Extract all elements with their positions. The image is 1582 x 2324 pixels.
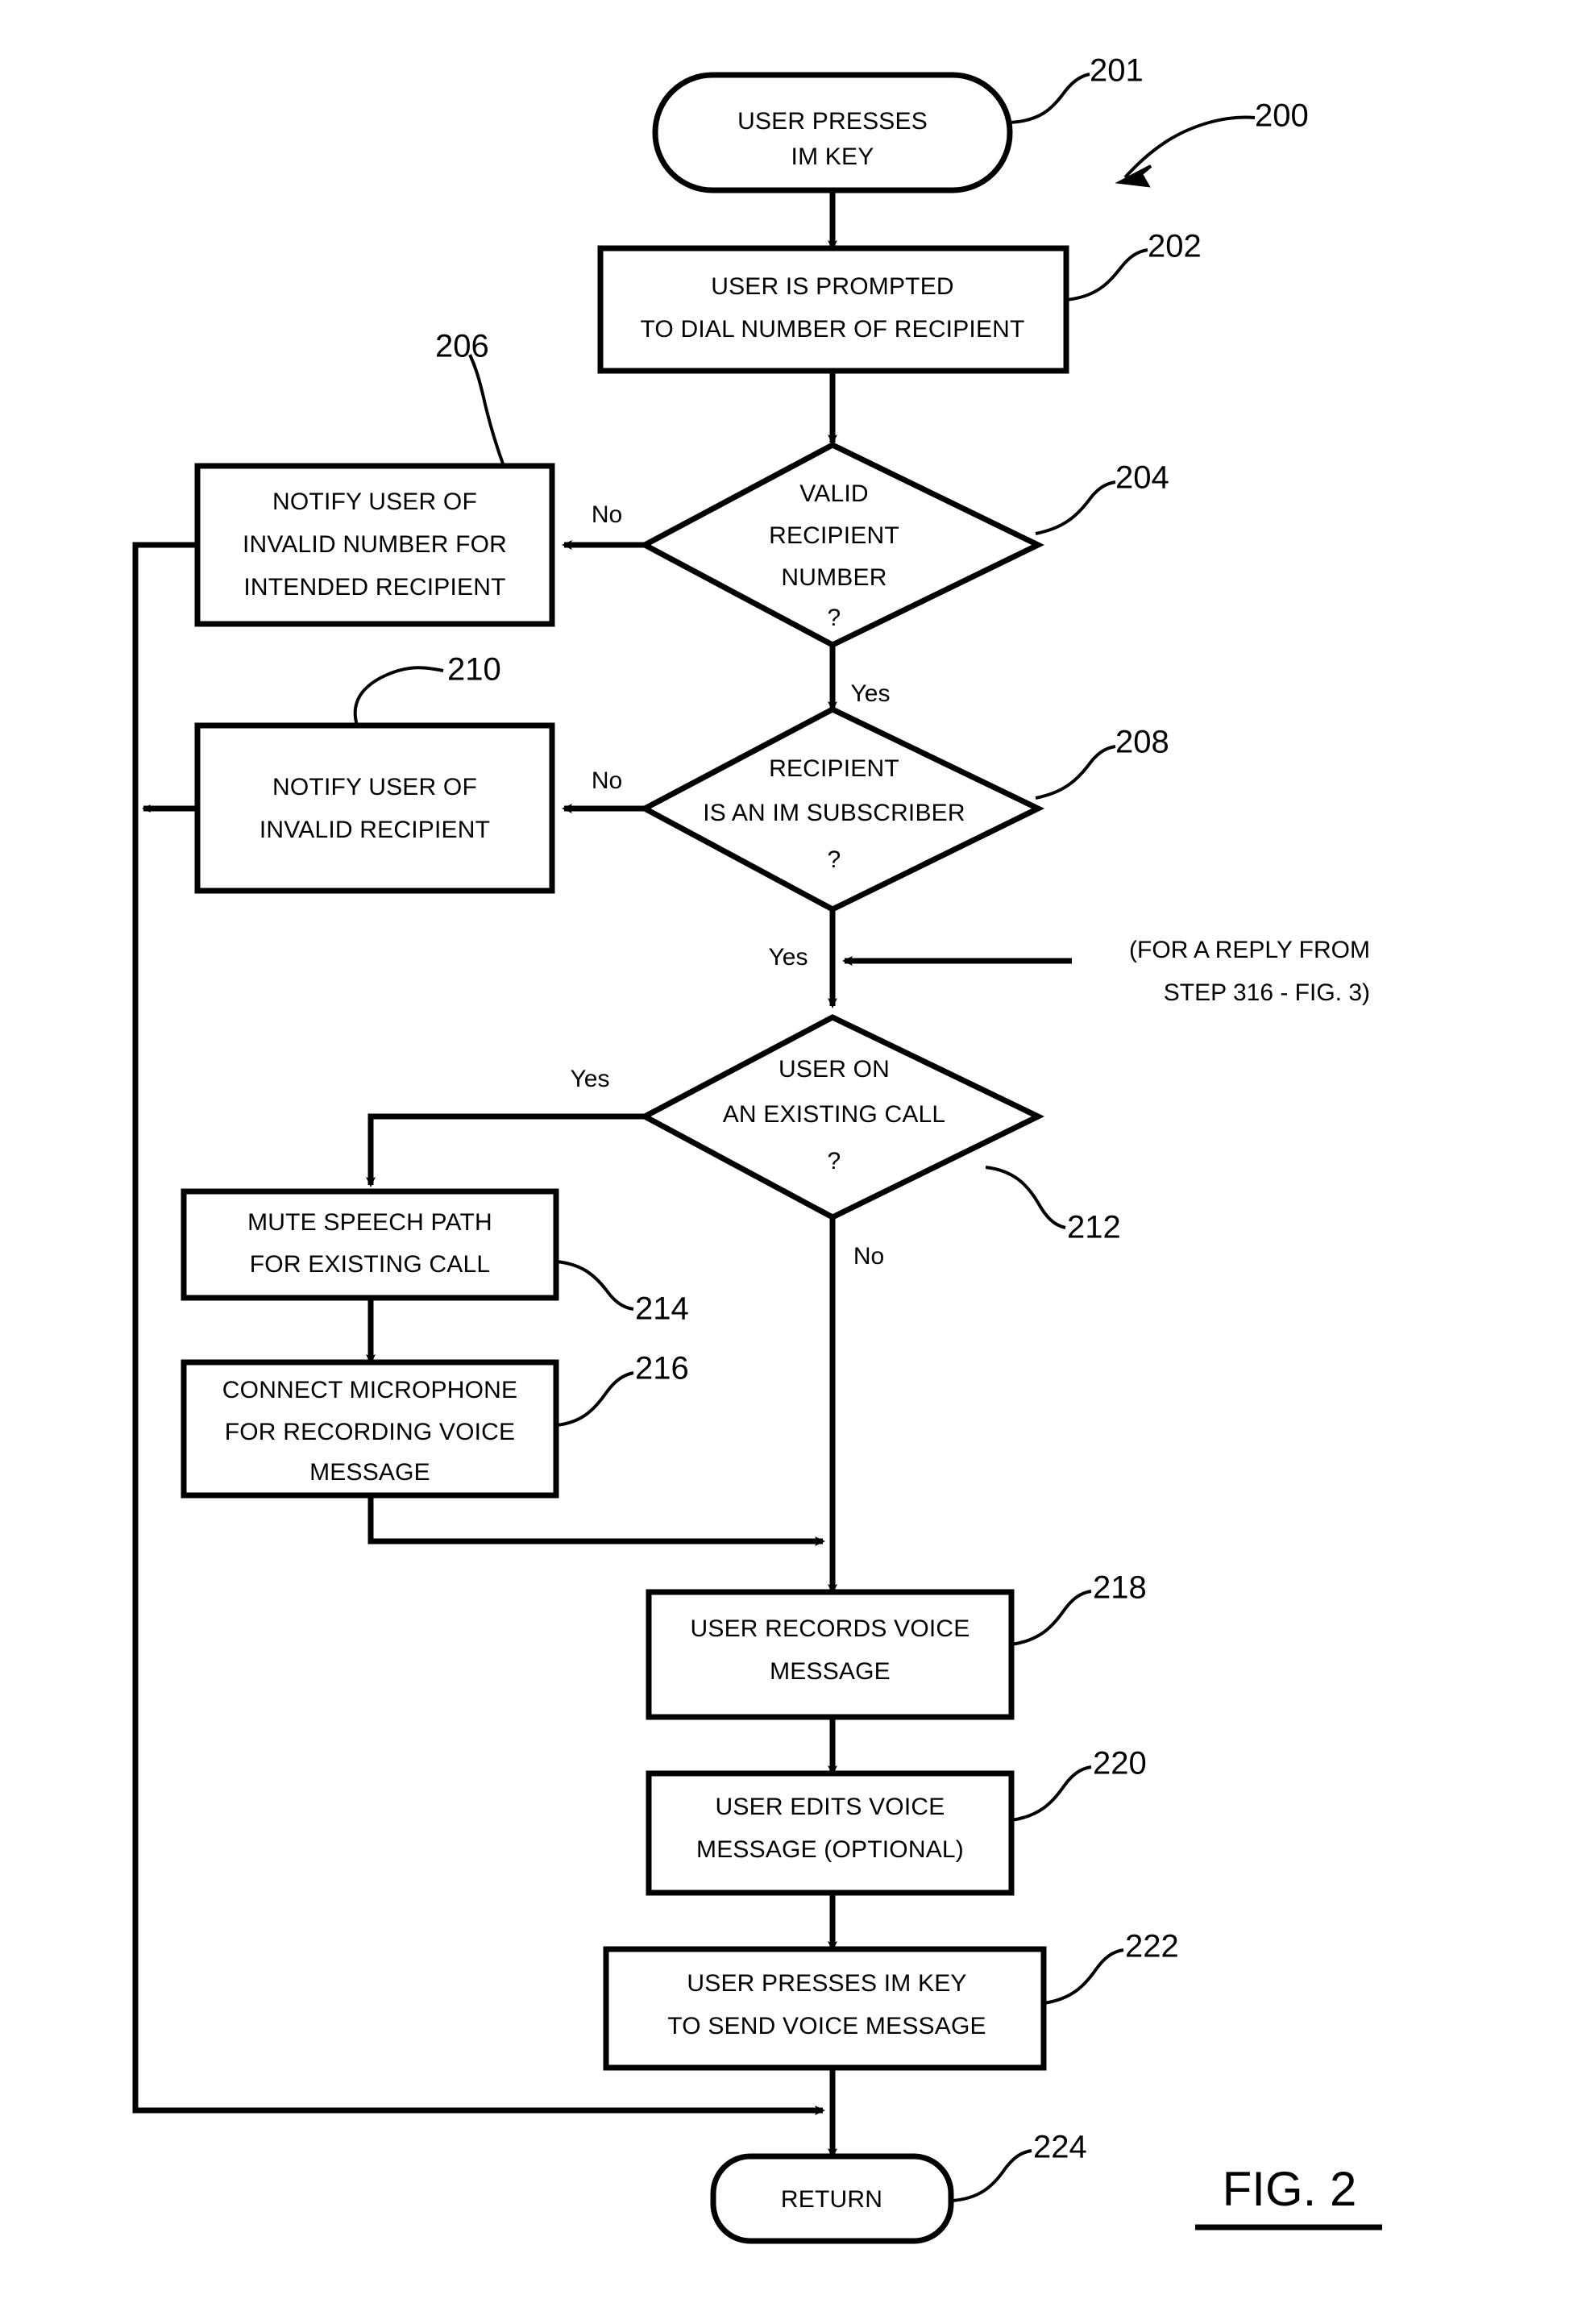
node-im-subscriber-line-3: ? — [828, 846, 841, 873]
leader-204 — [1035, 480, 1116, 535]
ref-210: 210 — [447, 652, 501, 688]
annotation-line-1: (FOR A REPLY FROM — [1129, 937, 1370, 963]
node-edits-line-1: USER EDITS VOICE — [716, 1794, 945, 1820]
ref-216: 216 — [635, 1351, 689, 1387]
node-start-line-2: IM KEY — [791, 143, 874, 170]
label-valid-number-yes: Yes — [851, 680, 891, 707]
leader-206 — [468, 354, 505, 467]
leader-222 — [1043, 1948, 1124, 2005]
node-prompt-line-2: TO DIAL NUMBER OF RECIPIENT — [640, 316, 1024, 343]
node-records-voice-message[interactable] — [646, 1589, 1015, 1720]
node-notify-invalid-number-line-3: INTENDED RECIPIENT — [243, 574, 505, 601]
ref-206: 206 — [435, 329, 489, 364]
leader-208 — [1035, 745, 1116, 800]
label-im-subscriber-no: No — [592, 767, 622, 794]
ref-212: 212 — [1067, 1210, 1121, 1245]
node-notify-invalid-recipient-line-1: NOTIFY USER OF — [272, 774, 477, 800]
node-im-subscriber-line-2: IS AN IM SUBSCRIBER — [703, 800, 965, 826]
leader-216 — [555, 1371, 634, 1427]
node-mute-speech-line-2: FOR EXISTING CALL — [250, 1251, 490, 1278]
ref-208: 208 — [1115, 725, 1169, 760]
annotation-line-2: STEP 316 - FIG. 3) — [1164, 979, 1370, 1006]
node-records-line-2: MESSAGE — [770, 1658, 891, 1685]
leader-212 — [985, 1166, 1066, 1229]
leader-214 — [555, 1260, 634, 1311]
ref-224: 224 — [1033, 2130, 1087, 2165]
node-notify-invalid-recipient-line-2: INVALID RECIPIENT — [260, 817, 490, 843]
leader-210 — [353, 666, 444, 726]
ref-202: 202 — [1148, 229, 1202, 264]
label-existing-call-yes: Yes — [571, 1066, 610, 1092]
ref-204: 204 — [1115, 460, 1169, 496]
node-records-line-1: USER RECORDS VOICE — [691, 1615, 970, 1642]
figure-label: FIG. 2 — [1223, 2162, 1357, 2216]
ref-222: 222 — [1125, 1929, 1179, 1964]
node-return-line-1: RETURN — [781, 2186, 882, 2213]
node-valid-number-line-4: ? — [828, 605, 841, 631]
node-notify-invalid-number-line-2: INVALID NUMBER FOR — [243, 531, 507, 558]
node-connect-mic-line-2: FOR RECORDING VOICE — [225, 1419, 516, 1445]
node-valid-number-line-2: RECIPIENT — [769, 522, 899, 549]
node-send-line-1: USER PRESSES IM KEY — [687, 1970, 966, 1997]
node-notify-invalid-recipient[interactable] — [194, 722, 555, 894]
node-mute-speech-line-1: MUTE SPEECH PATH — [247, 1209, 492, 1236]
leader-224 — [950, 2149, 1032, 2202]
node-start-line-1: USER PRESSES — [737, 108, 928, 135]
node-connect-mic-line-1: CONNECT MICROPHONE — [222, 1377, 517, 1403]
ref-214: 214 — [635, 1291, 689, 1327]
leader-201 — [1009, 73, 1090, 124]
node-existing-call-line-3: ? — [828, 1148, 841, 1174]
ref-220: 220 — [1093, 1746, 1147, 1781]
node-existing-call-line-2: AN EXISTING CALL — [723, 1101, 946, 1128]
leader-218 — [1011, 1590, 1092, 1646]
label-valid-number-no: No — [592, 501, 622, 528]
flowchart-canvas: USER PRESSES IM KEY USER IS PROMPTED TO … — [132, 53, 1382, 2244]
leader-220 — [1011, 1765, 1092, 1822]
node-mute-speech-path[interactable] — [181, 1188, 559, 1301]
leader-202 — [1065, 248, 1148, 301]
ref-218: 218 — [1093, 1570, 1147, 1606]
node-prompt[interactable] — [597, 245, 1069, 374]
node-edits-voice-message[interactable] — [646, 1770, 1015, 1896]
node-connect-mic-line-3: MESSAGE — [309, 1459, 430, 1486]
patent-figure-page: USER PRESSES IM KEY USER IS PROMPTED TO … — [0, 0, 1582, 2324]
node-im-subscriber-line-1: RECIPIENT — [769, 755, 899, 782]
node-edits-line-2: MESSAGE (OPTIONAL) — [696, 1836, 964, 1863]
node-prompt-line-1: USER IS PROMPTED — [711, 273, 954, 300]
node-existing-call-line-1: USER ON — [779, 1056, 890, 1083]
edge-connect-mic-to-main — [367, 1495, 825, 1546]
node-valid-number-line-1: VALID — [799, 480, 868, 507]
label-im-subscriber-yes: Yes — [769, 944, 808, 971]
ref-201: 201 — [1090, 53, 1144, 89]
node-send-line-2: TO SEND VOICE MESSAGE — [667, 2013, 986, 2039]
label-existing-call-no: No — [853, 1243, 884, 1270]
node-valid-number-line-3: NUMBER — [781, 564, 887, 591]
node-notify-invalid-number-line-1: NOTIFY USER OF — [272, 488, 477, 515]
ref-200: 200 — [1255, 98, 1309, 134]
edge-existing-call-yes — [366, 1113, 645, 1187]
node-send-voice-message[interactable] — [603, 1946, 1047, 2071]
